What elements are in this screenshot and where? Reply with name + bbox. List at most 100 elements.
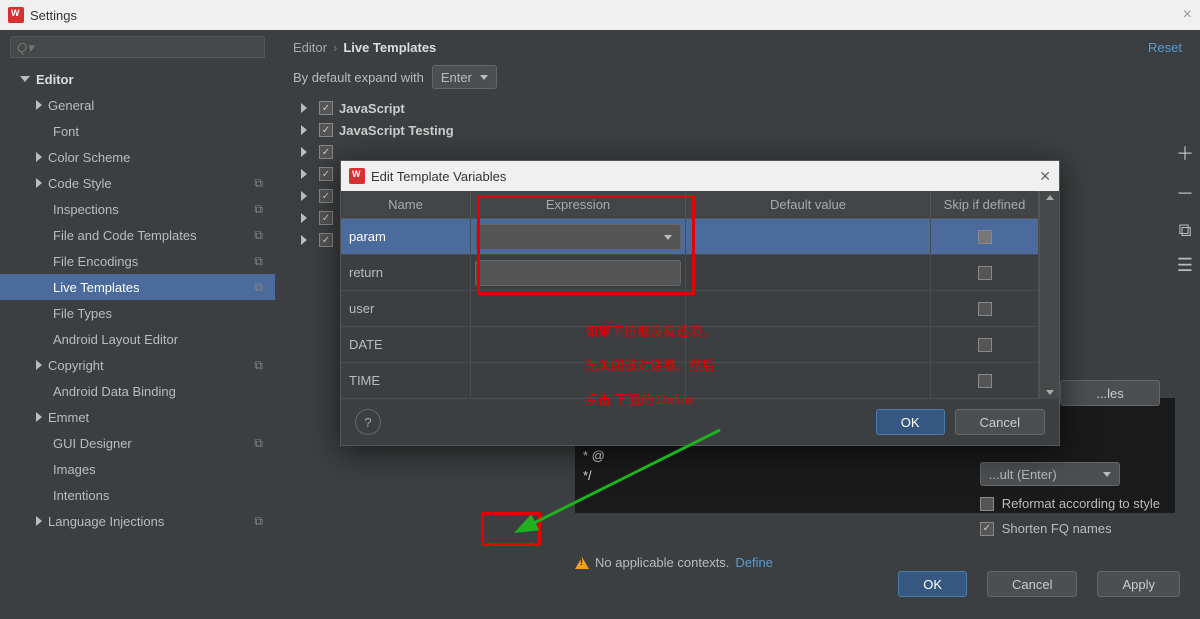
var-expression-cell[interactable] — [471, 363, 686, 398]
template-group-row[interactable]: JavaScript Testing — [301, 119, 1182, 141]
tree-item[interactable]: File Types — [0, 300, 275, 326]
scroll-down-icon[interactable] — [1046, 390, 1054, 395]
tree-item[interactable]: Code Style⧉ — [0, 170, 275, 196]
tree-item[interactable]: Color Scheme — [0, 144, 275, 170]
tree-item[interactable]: Language Injections⧉ — [0, 508, 275, 534]
skip-checkbox[interactable] — [978, 266, 992, 280]
tree-arrow-icon — [36, 360, 42, 370]
ok-button[interactable]: OK — [898, 571, 967, 597]
skip-checkbox[interactable] — [978, 302, 992, 316]
tree-label: Font — [53, 124, 79, 139]
skip-checkbox[interactable] — [978, 374, 992, 388]
dialog-close-icon[interactable]: ✕ — [1039, 168, 1051, 185]
variable-row[interactable]: user — [341, 291, 1039, 327]
dialog-cancel-button[interactable]: Cancel — [955, 409, 1045, 435]
expression-combo[interactable] — [475, 260, 681, 286]
var-skip-cell[interactable] — [931, 363, 1039, 398]
tree-label: File and Code Templates — [53, 228, 197, 243]
copy-button[interactable]: ⧉ — [1179, 220, 1192, 241]
tree-arrow-icon — [36, 152, 42, 162]
dialog-ok-button[interactable]: OK — [876, 409, 945, 435]
var-expression-cell[interactable] — [471, 255, 686, 290]
var-name-cell[interactable]: param — [341, 219, 471, 254]
variable-row[interactable]: param — [341, 219, 1039, 255]
tree-item[interactable]: GUI Designer⧉ — [0, 430, 275, 456]
tree-item[interactable]: File and Code Templates⧉ — [0, 222, 275, 248]
var-name-cell[interactable]: return — [341, 255, 471, 290]
col-header-expression: Expression — [471, 191, 686, 218]
var-default-cell[interactable] — [686, 363, 931, 398]
template-group-row[interactable]: JavaScript — [301, 97, 1182, 119]
window-close-icon[interactable]: × — [1183, 6, 1192, 24]
tree-section-editor[interactable]: Editor — [0, 66, 275, 92]
tree-label: File Encodings — [53, 254, 138, 269]
app-icon — [349, 168, 365, 184]
tree-label: Images — [53, 462, 96, 477]
edit-variables-button[interactable]: ...les — [1060, 380, 1160, 406]
tree-label: Editor — [36, 72, 74, 87]
reformat-label: Reformat according to style — [1002, 496, 1160, 511]
tree-item[interactable]: Emmet — [0, 404, 275, 430]
tree-label: Copyright — [48, 358, 104, 373]
var-expression-cell[interactable] — [471, 219, 686, 254]
shorten-fq-checkbox[interactable] — [980, 522, 994, 536]
shorten-fq-label: Shorten FQ names — [1002, 521, 1112, 536]
variable-row[interactable]: TIME — [341, 363, 1039, 399]
var-default-cell[interactable] — [686, 255, 931, 290]
var-default-cell[interactable] — [686, 291, 931, 326]
variable-row[interactable]: DATE — [341, 327, 1039, 363]
tree-item[interactable]: Android Data Binding — [0, 378, 275, 404]
col-header-name: Name — [341, 191, 471, 218]
add-button[interactable]: ＋ — [1176, 140, 1194, 166]
tree-item[interactable]: General — [0, 92, 275, 118]
tree-label: General — [48, 98, 94, 113]
var-default-cell[interactable] — [686, 327, 931, 362]
expression-combo[interactable] — [475, 224, 681, 250]
var-default-cell[interactable] — [686, 219, 931, 254]
group-label: JavaScript — [339, 101, 405, 116]
skip-checkbox[interactable] — [978, 230, 992, 244]
var-name-cell[interactable]: TIME — [341, 363, 471, 398]
group-checkbox[interactable] — [319, 101, 333, 115]
tree-item[interactable]: Android Layout Editor — [0, 326, 275, 352]
var-skip-cell[interactable] — [931, 255, 1039, 290]
tree-item[interactable]: Intentions — [0, 482, 275, 508]
var-expression-cell[interactable] — [471, 327, 686, 362]
tree-item[interactable]: Inspections⧉ — [0, 196, 275, 222]
scroll-up-icon[interactable] — [1046, 195, 1054, 200]
var-skip-cell[interactable] — [931, 219, 1039, 254]
cancel-button[interactable]: Cancel — [987, 571, 1077, 597]
tree-item[interactable]: Images — [0, 456, 275, 482]
tree-label: GUI Designer — [53, 436, 132, 451]
table-scrollbar[interactable] — [1039, 191, 1059, 399]
var-name-cell[interactable]: user — [341, 291, 471, 326]
define-link[interactable]: Define — [735, 555, 773, 570]
tree-item[interactable]: Font — [0, 118, 275, 144]
paste-button[interactable]: ☰ — [1177, 255, 1193, 276]
apply-button[interactable]: Apply — [1097, 571, 1180, 597]
var-skip-cell[interactable] — [931, 291, 1039, 326]
var-expression-cell[interactable] — [471, 291, 686, 326]
reset-link[interactable]: Reset — [1148, 40, 1182, 55]
variable-row[interactable]: return — [341, 255, 1039, 291]
col-header-skip: Skip if defined — [931, 191, 1039, 218]
tree-item[interactable]: Copyright⧉ — [0, 352, 275, 378]
chevron-down-icon — [20, 76, 30, 82]
skip-checkbox[interactable] — [978, 338, 992, 352]
var-name-cell[interactable]: DATE — [341, 327, 471, 362]
scheme-badge-icon: ⧉ — [254, 254, 263, 269]
tree-item[interactable]: Live Templates⧉ — [0, 274, 275, 300]
var-skip-cell[interactable] — [931, 327, 1039, 362]
reformat-checkbox[interactable] — [980, 497, 994, 511]
search-input[interactable] — [10, 36, 265, 58]
tree-label: Live Templates — [53, 280, 139, 295]
expand-label: By default expand with — [293, 70, 424, 85]
expand-combo[interactable]: Enter — [432, 65, 497, 89]
group-checkbox[interactable] — [319, 123, 333, 137]
tree-item[interactable]: File Encodings ⧉ — [0, 248, 275, 274]
remove-button[interactable]: － — [1176, 180, 1194, 206]
expand-with-combo[interactable]: ...ult (Enter) — [980, 462, 1120, 486]
help-button[interactable]: ? — [355, 409, 381, 435]
tree-arrow-icon — [36, 100, 42, 110]
breadcrumb-editor[interactable]: Editor — [293, 40, 327, 55]
